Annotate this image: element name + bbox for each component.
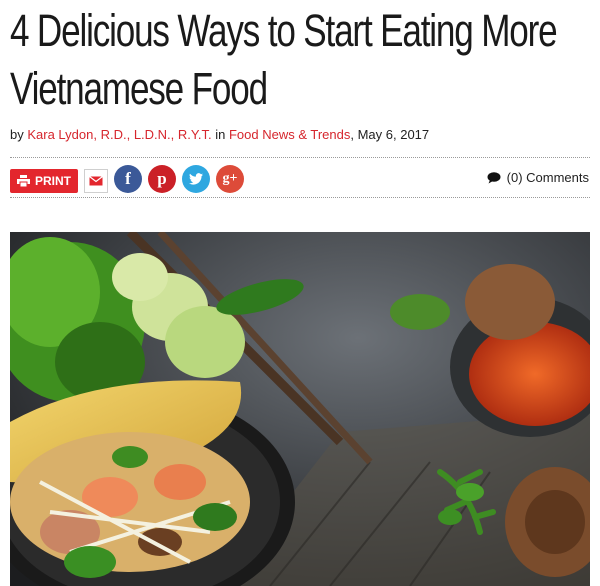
speech-bubble-icon: [487, 171, 501, 183]
article-title: 4 Delicious Ways to Start Eating More Vi…: [10, 5, 558, 114]
vietnamese-food-photo: [10, 232, 590, 586]
google-plus-icon: g+: [222, 171, 238, 186]
byline: by Kara Lydon, R.D., L.D.N., R.Y.T. in F…: [10, 127, 429, 142]
facebook-share-button[interactable]: f: [114, 165, 142, 193]
byline-by: by: [10, 127, 24, 142]
email-icon: [89, 175, 103, 185]
byline-in: in: [215, 127, 226, 142]
pinterest-share-button[interactable]: p: [148, 165, 176, 193]
print-label: PRINT: [35, 173, 71, 188]
share-bar: PRINT f p g+: [10, 165, 250, 193]
facebook-icon: f: [125, 169, 131, 188]
divider-top: [10, 157, 590, 158]
google-plus-share-button[interactable]: g+: [216, 165, 244, 193]
publish-date: , May 6, 2017: [350, 127, 430, 142]
printer-icon: [17, 174, 30, 187]
print-button[interactable]: PRINT: [10, 168, 78, 193]
twitter-share-button[interactable]: [182, 165, 210, 193]
article-hero-image: [10, 232, 590, 586]
email-button[interactable]: [84, 168, 108, 193]
comments-link[interactable]: (0) Comments: [487, 170, 589, 185]
comments-count: (0) Comments: [506, 170, 589, 185]
pinterest-icon: p: [157, 169, 167, 188]
divider-bottom: [10, 197, 590, 198]
twitter-icon: [189, 173, 203, 185]
author-link[interactable]: Kara Lydon, R.D., L.D.N., R.Y.T.: [27, 127, 211, 142]
category-link[interactable]: Food News & Trends: [229, 127, 350, 142]
